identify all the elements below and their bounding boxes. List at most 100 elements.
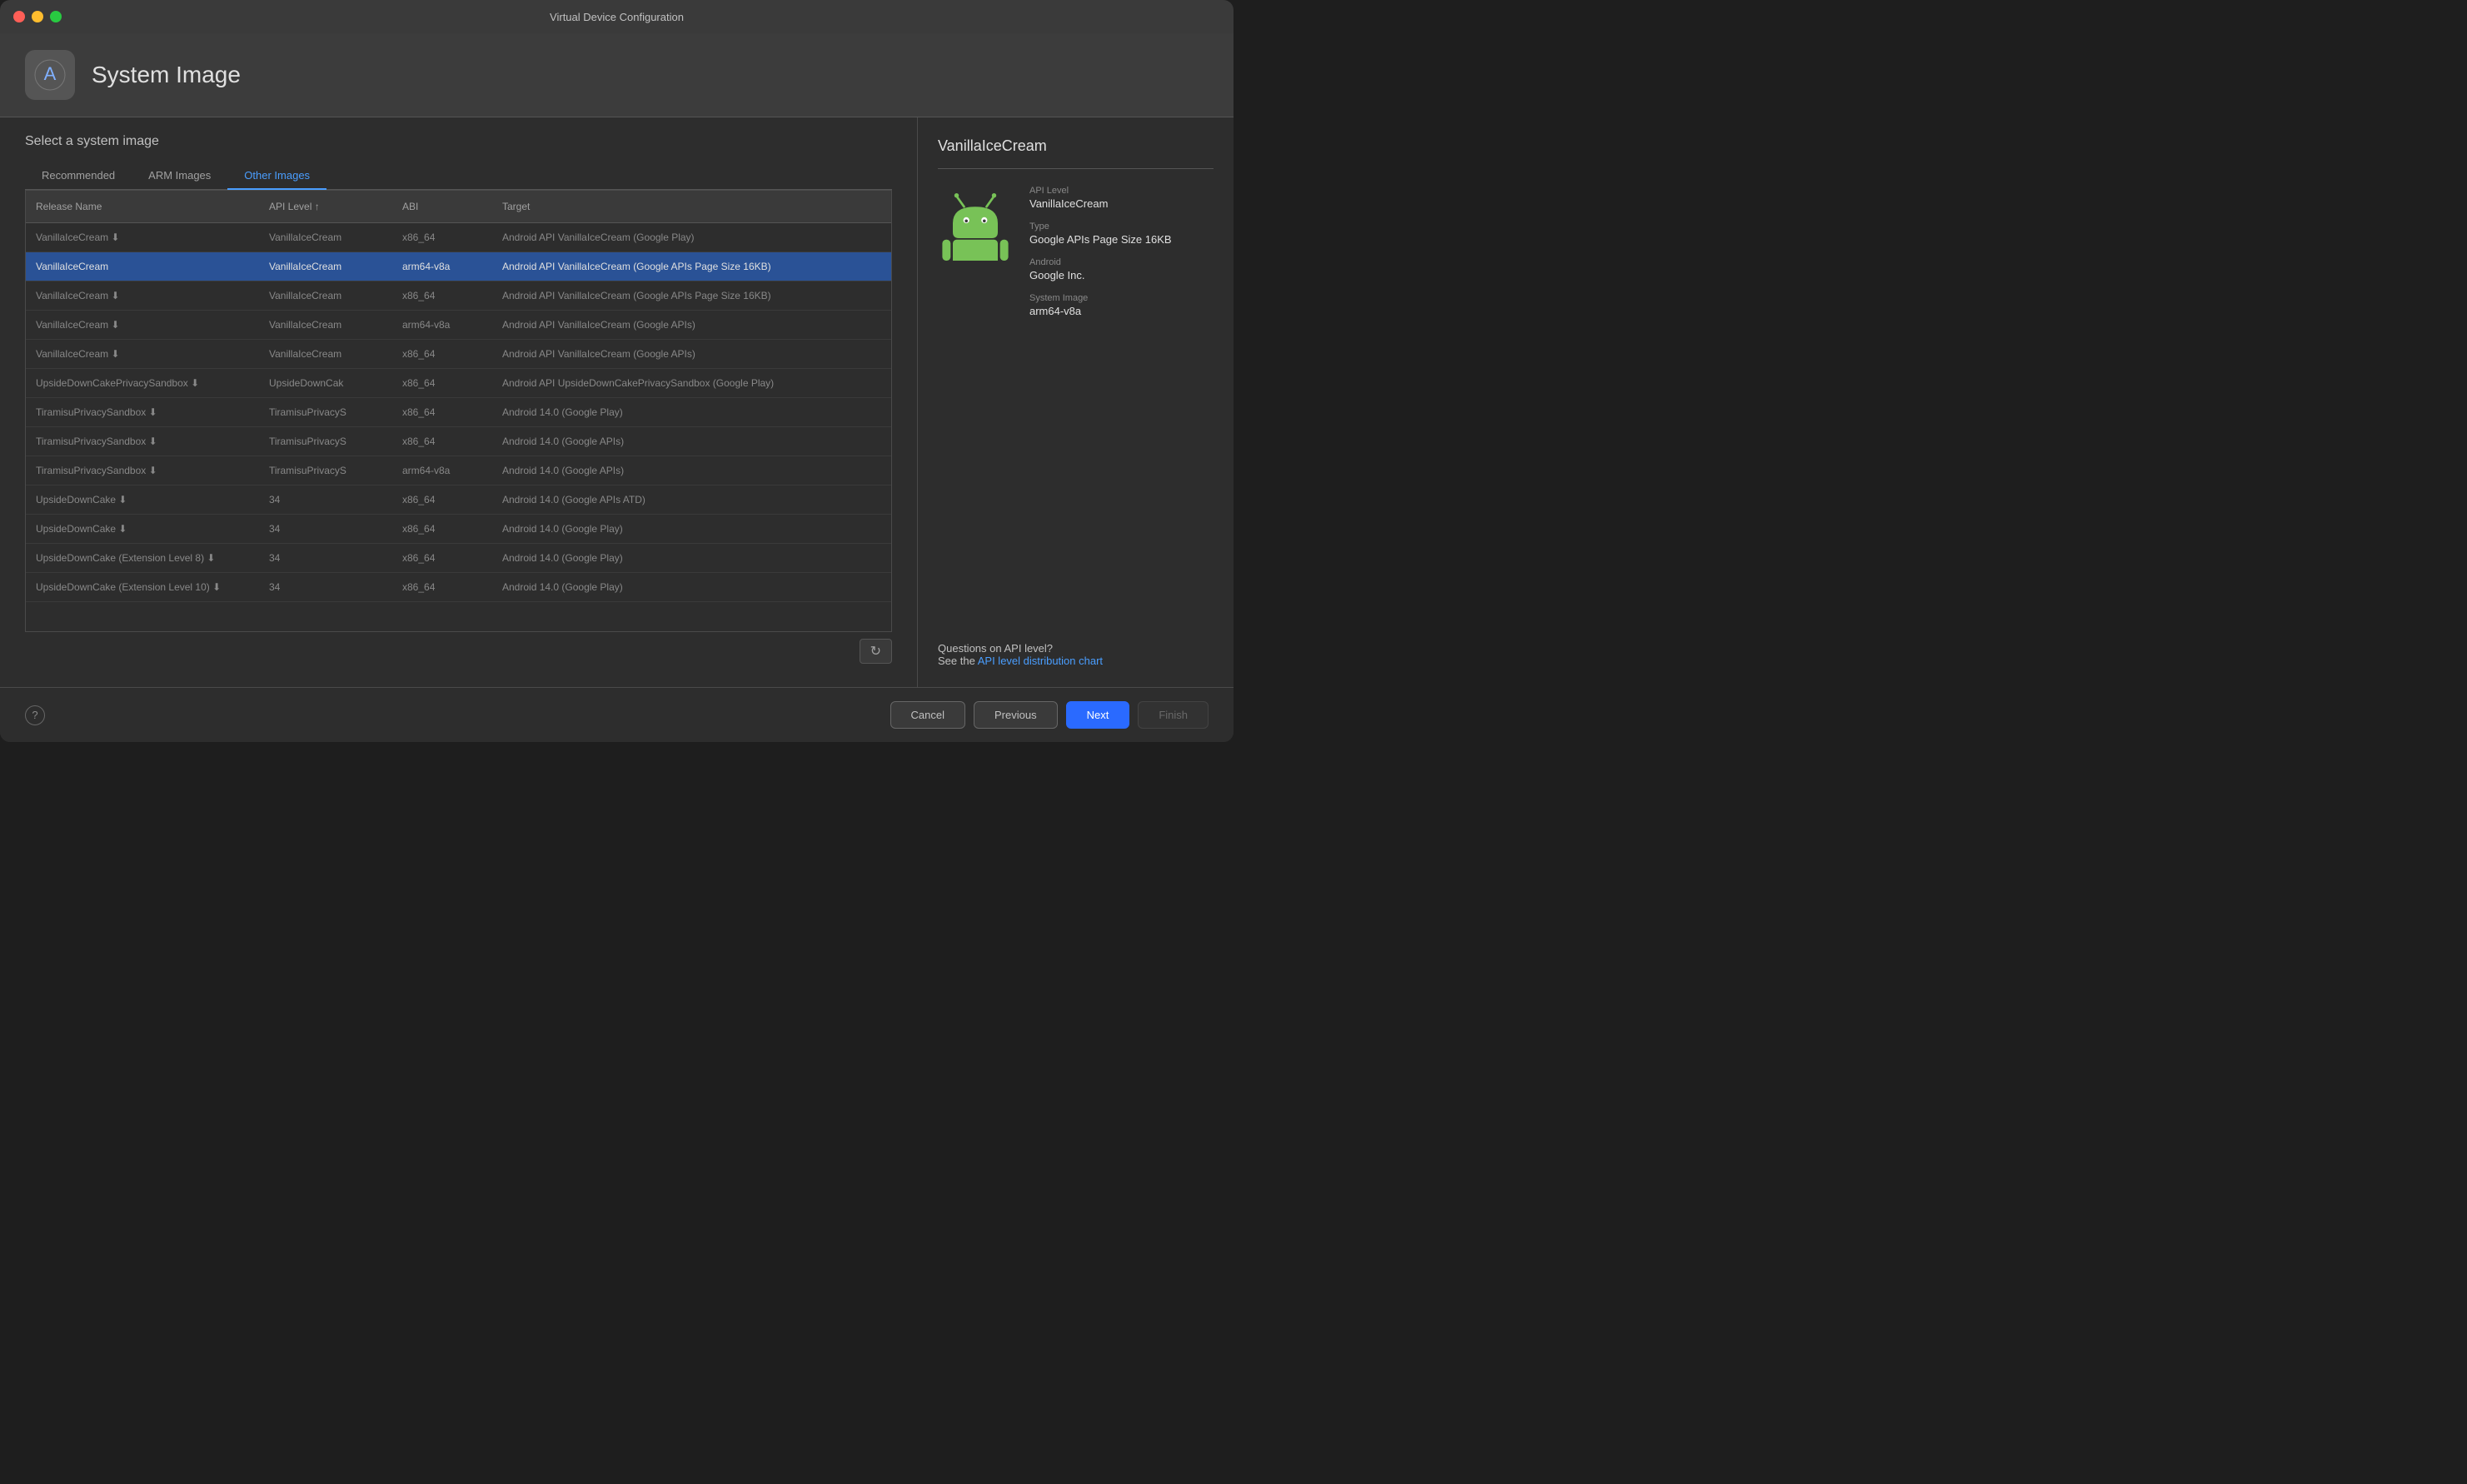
refresh-area: ↻ xyxy=(25,632,892,670)
android-label: Android xyxy=(1029,257,1214,267)
android-bot-icon xyxy=(938,186,1013,261)
image-table: Release Name API Level ↑ ABI Target Vani… xyxy=(25,190,892,632)
table-cell: x86_64 xyxy=(392,286,492,305)
table-cell: Android 14.0 (Google Play) xyxy=(492,578,891,596)
table-cell: TiramisuPrivacySandbox ⬇ xyxy=(26,403,259,421)
table-cell: arm64-v8a xyxy=(392,461,492,480)
api-level-label: API Level xyxy=(1029,186,1214,196)
table-cell: Android 14.0 (Google APIs) xyxy=(492,432,891,451)
table-cell: TiramisuPrivacySandbox ⬇ xyxy=(26,432,259,451)
table-cell: UpsideDownCake ⬇ xyxy=(26,520,259,538)
help-button[interactable]: ? xyxy=(25,705,45,725)
table-cell: Android API VanillaIceCream (Google APIs… xyxy=(492,286,891,305)
table-cell: VanillaIceCream ⬇ xyxy=(26,316,259,334)
table-row[interactable]: UpsideDownCake ⬇34x86_64Android 14.0 (Go… xyxy=(26,515,891,544)
table-cell: VanillaIceCream xyxy=(259,228,392,247)
table-cell: VanillaIceCream xyxy=(26,257,259,276)
android-group: Android Google Inc. xyxy=(1029,257,1214,281)
traffic-lights xyxy=(13,11,62,22)
api-link[interactable]: API level distribution chart xyxy=(978,655,1103,667)
table-row[interactable]: VanillaIceCream ⬇VanillaIceCreamarm64-v8… xyxy=(26,311,891,340)
device-info: API Level VanillaIceCream Type Google AP… xyxy=(1029,186,1214,329)
tabs-container: Recommended ARM Images Other Images xyxy=(25,162,892,190)
table-row[interactable]: VanillaIceCream ⬇VanillaIceCreamx86_64An… xyxy=(26,340,891,369)
window-title: Virtual Device Configuration xyxy=(550,11,684,23)
table-cell: x86_64 xyxy=(392,520,492,538)
table-row[interactable]: VanillaIceCream ⬇VanillaIceCreamx86_64An… xyxy=(26,281,891,311)
cancel-button[interactable]: Cancel xyxy=(890,701,965,729)
selected-device-name: VanillaIceCream xyxy=(938,137,1214,169)
previous-button[interactable]: Previous xyxy=(974,701,1058,729)
col-api-level[interactable]: API Level ↑ xyxy=(259,197,392,216)
table-cell: VanillaIceCream ⬇ xyxy=(26,286,259,305)
main-window: Virtual Device Configuration A System Im… xyxy=(0,0,1234,742)
table-cell: VanillaIceCream ⬇ xyxy=(26,228,259,247)
refresh-button[interactable]: ↻ xyxy=(860,639,892,664)
table-row[interactable]: UpsideDownCake (Extension Level 10) ⬇34x… xyxy=(26,573,891,602)
header-icon: A xyxy=(25,50,75,100)
table-row[interactable]: TiramisuPrivacySandbox ⬇TiramisuPrivacyS… xyxy=(26,427,891,456)
table-row[interactable]: UpsideDownCakePrivacySandbox ⬇UpsideDown… xyxy=(26,369,891,398)
footer-buttons: Cancel Previous Next Finish xyxy=(890,701,1209,729)
col-target[interactable]: Target xyxy=(492,197,891,216)
type-group: Type Google APIs Page Size 16KB xyxy=(1029,222,1214,246)
title-bar: Virtual Device Configuration xyxy=(0,0,1234,33)
system-image-group: System Image arm64-v8a xyxy=(1029,293,1214,317)
api-see-text: See the xyxy=(938,655,975,667)
left-panel: Select a system image Recommended ARM Im… xyxy=(0,117,917,687)
device-image-area: API Level VanillaIceCream Type Google AP… xyxy=(938,186,1214,329)
table-cell: UpsideDownCake (Extension Level 8) ⬇ xyxy=(26,549,259,567)
minimize-button[interactable] xyxy=(32,11,43,22)
table-header: Release Name API Level ↑ ABI Target xyxy=(26,191,891,223)
tab-recommended[interactable]: Recommended xyxy=(25,162,132,190)
table-row[interactable]: TiramisuPrivacySandbox ⬇TiramisuPrivacyS… xyxy=(26,456,891,486)
table-cell: VanillaIceCream xyxy=(259,286,392,305)
type-value: Google APIs Page Size 16KB xyxy=(1029,233,1214,246)
content-area: Select a system image Recommended ARM Im… xyxy=(0,117,1234,687)
table-cell: Android API VanillaIceCream (Google Play… xyxy=(492,228,891,247)
table-row[interactable]: VanillaIceCream ⬇VanillaIceCreamx86_64An… xyxy=(26,223,891,252)
table-cell: UpsideDownCake ⬇ xyxy=(26,491,259,509)
table-row[interactable]: TiramisuPrivacySandbox ⬇TiramisuPrivacyS… xyxy=(26,398,891,427)
table-cell: Android 14.0 (Google APIs) xyxy=(492,461,891,480)
system-image-label: System Image xyxy=(1029,293,1214,303)
maximize-button[interactable] xyxy=(50,11,62,22)
table-row[interactable]: UpsideDownCake ⬇34x86_64Android 14.0 (Go… xyxy=(26,486,891,515)
close-button[interactable] xyxy=(13,11,25,22)
table-cell: VanillaIceCream ⬇ xyxy=(26,345,259,363)
tab-other-images[interactable]: Other Images xyxy=(227,162,326,190)
table-cell: VanillaIceCream xyxy=(259,345,392,363)
right-panel: VanillaIceCream xyxy=(917,117,1234,687)
table-cell: UpsideDownCak xyxy=(259,374,392,392)
table-cell: x86_64 xyxy=(392,491,492,509)
table-cell: 34 xyxy=(259,491,392,509)
api-question-area: Questions on API level? See the API leve… xyxy=(938,642,1214,667)
table-cell: arm64-v8a xyxy=(392,316,492,334)
table-cell: 34 xyxy=(259,520,392,538)
table-row[interactable]: UpsideDownCake (Extension Level 8) ⬇34x8… xyxy=(26,544,891,573)
table-cell: Android API VanillaIceCream (Google APIs… xyxy=(492,257,891,276)
finish-button: Finish xyxy=(1138,701,1209,729)
table-cell: Android API UpsideDownCakePrivacySandbox… xyxy=(492,374,891,392)
api-question-text: Questions on API level? xyxy=(938,642,1053,655)
col-release-name[interactable]: Release Name xyxy=(26,197,259,216)
header: A System Image xyxy=(0,33,1234,117)
table-cell: Android 14.0 (Google APIs ATD) xyxy=(492,491,891,509)
table-cell: x86_64 xyxy=(392,549,492,567)
select-image-label: Select a system image xyxy=(25,134,892,149)
svg-text:A: A xyxy=(44,63,57,84)
android-value: Google Inc. xyxy=(1029,269,1214,281)
table-cell: UpsideDownCake (Extension Level 10) ⬇ xyxy=(26,578,259,596)
table-cell: Android API VanillaIceCream (Google APIs… xyxy=(492,345,891,363)
page-title: System Image xyxy=(92,62,241,88)
table-cell: UpsideDownCakePrivacySandbox ⬇ xyxy=(26,374,259,392)
next-button[interactable]: Next xyxy=(1066,701,1130,729)
footer: ? Cancel Previous Next Finish xyxy=(0,687,1234,742)
table-body: VanillaIceCream ⬇VanillaIceCreamx86_64An… xyxy=(26,223,891,631)
table-cell: x86_64 xyxy=(392,345,492,363)
col-abi[interactable]: ABI xyxy=(392,197,492,216)
table-row[interactable]: VanillaIceCreamVanillaIceCreamarm64-v8aA… xyxy=(26,252,891,281)
table-cell: TiramisuPrivacySandbox ⬇ xyxy=(26,461,259,480)
table-cell: TiramisuPrivacyS xyxy=(259,461,392,480)
tab-arm-images[interactable]: ARM Images xyxy=(132,162,227,190)
